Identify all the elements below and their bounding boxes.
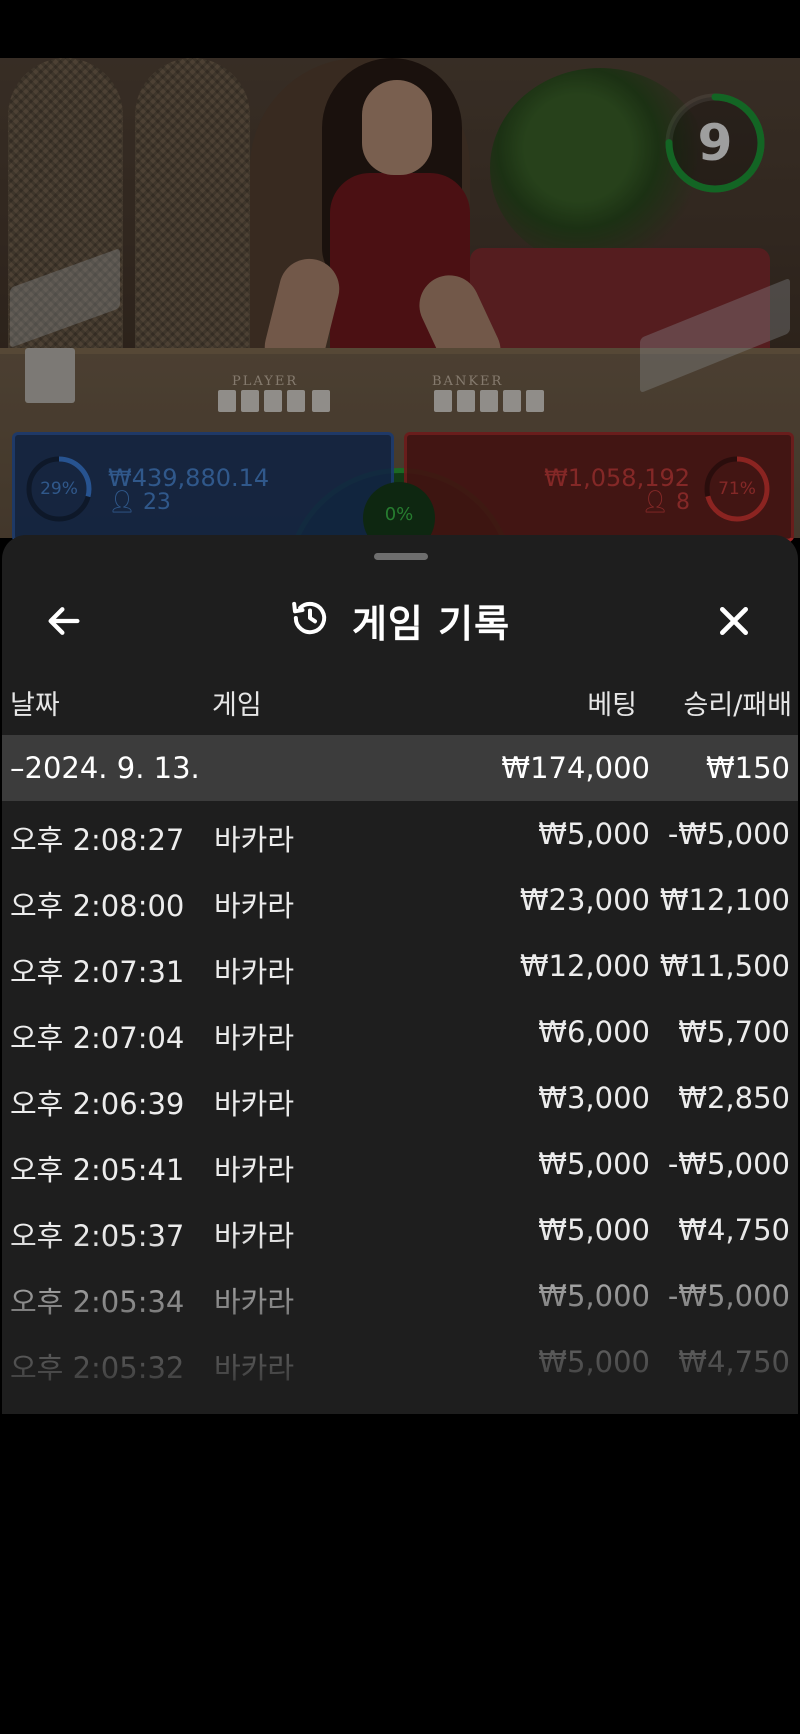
arrow-left-icon xyxy=(48,607,80,635)
row-win-loss: ₩4,750 xyxy=(678,1213,790,1247)
row-time: 오후 2:06:39 xyxy=(10,1087,185,1121)
title-group: 게임 기록 xyxy=(2,575,798,665)
history-row[interactable]: 오후 2:05:32 바카라 ₩5,000 ₩4,750 xyxy=(2,1329,798,1395)
row-win-loss: ₩5,700 xyxy=(678,1015,790,1049)
row-game: 바카라 xyxy=(214,1219,295,1253)
row-time: 오후 2:05:37 xyxy=(10,1219,185,1253)
column-header-bet: 베팅 xyxy=(587,690,637,721)
row-bet: ₩3,000 xyxy=(538,1081,650,1115)
date-group-row[interactable]: –2024. 9. 13. ₩174,000 ₩150 xyxy=(2,735,798,801)
row-bet: ₩5,000 xyxy=(538,817,650,851)
sheet-drag-handle[interactable] xyxy=(374,553,428,560)
row-game: 바카라 xyxy=(214,1351,295,1385)
history-row[interactable]: 오후 2:08:00 바카라 ₩23,000 ₩12,100 xyxy=(2,867,798,933)
history-row[interactable]: 오후 2:05:41 바카라 ₩5,000 -₩5,000 xyxy=(2,1131,798,1197)
history-row[interactable]: 오후 2:07:04 바카라 ₩6,000 ₩5,700 xyxy=(2,999,798,1065)
history-row[interactable]: 오후 2:06:39 바카라 ₩3,000 ₩2,850 xyxy=(2,1065,798,1131)
row-game: 바카라 xyxy=(214,1021,295,1055)
history-row[interactable]: 오후 2:05:34 바카라 ₩5,000 -₩5,000 xyxy=(2,1263,798,1329)
row-bet: ₩5,000 xyxy=(538,1345,650,1379)
row-time: 오후 2:08:27 xyxy=(10,823,185,857)
row-game: 바카라 xyxy=(214,823,295,857)
close-icon xyxy=(720,607,748,635)
row-game: 바카라 xyxy=(214,1153,295,1187)
row-time: 오후 2:05:34 xyxy=(10,1285,185,1319)
row-bet: ₩12,000 xyxy=(519,949,650,983)
row-time: 오후 2:07:04 xyxy=(10,1021,185,1055)
row-bet: ₩6,000 xyxy=(538,1015,650,1049)
game-history-sheet: 게임 기록 날짜 게임 베팅 승리/패배 –2024. 9. 13. ₩174,… xyxy=(2,535,798,1414)
row-game: 바카라 xyxy=(214,955,295,989)
row-game: 바카라 xyxy=(214,1087,295,1121)
modal-backdrop[interactable] xyxy=(0,58,800,538)
history-list[interactable]: 오후 2:08:27 바카라 ₩5,000 -₩5,000 오후 2:08:00… xyxy=(2,801,798,1414)
row-win-loss: -₩5,000 xyxy=(667,1147,790,1181)
row-bet: ₩5,000 xyxy=(538,1147,650,1181)
history-row[interactable]: 오후 2:05:37 바카라 ₩5,000 ₩4,750 xyxy=(2,1197,798,1263)
row-win-loss: -₩5,000 xyxy=(667,1279,790,1313)
group-bet-total: ₩174,000 xyxy=(501,751,650,785)
row-win-loss: ₩4,750 xyxy=(678,1345,790,1379)
row-win-loss: -₩5,000 xyxy=(667,817,790,851)
row-time: 오후 2:05:41 xyxy=(10,1153,185,1187)
row-bet: ₩5,000 xyxy=(538,1213,650,1247)
history-row[interactable]: 오후 2:08:27 바카라 ₩5,000 -₩5,000 xyxy=(2,801,798,867)
column-header-win-loss: 승리/패배 xyxy=(683,690,792,721)
row-bet: ₩5,000 xyxy=(538,1279,650,1313)
row-win-loss: ₩12,100 xyxy=(659,883,790,917)
row-win-loss: ₩2,850 xyxy=(678,1081,790,1115)
sheet-header: 게임 기록 xyxy=(2,575,798,665)
row-win-loss: ₩11,500 xyxy=(659,949,790,983)
row-time: 오후 2:07:31 xyxy=(10,955,185,989)
history-icon xyxy=(290,598,330,642)
group-date: –2024. 9. 13. xyxy=(10,751,200,785)
history-row[interactable]: 오후 2:07:31 바카라 ₩12,000 ₩11,500 xyxy=(2,933,798,999)
row-bet: ₩23,000 xyxy=(519,883,650,917)
column-header-game: 게임 xyxy=(212,690,262,721)
back-button[interactable] xyxy=(36,593,92,649)
column-header-date: 날짜 xyxy=(10,690,60,721)
close-button[interactable] xyxy=(706,593,762,649)
group-win-loss-total: ₩150 xyxy=(705,751,790,785)
row-game: 바카라 xyxy=(214,1285,295,1319)
row-time: 오후 2:08:00 xyxy=(10,889,185,923)
row-game: 바카라 xyxy=(214,889,295,923)
sheet-title: 게임 기록 xyxy=(351,601,511,646)
row-time: 오후 2:05:32 xyxy=(10,1351,185,1385)
